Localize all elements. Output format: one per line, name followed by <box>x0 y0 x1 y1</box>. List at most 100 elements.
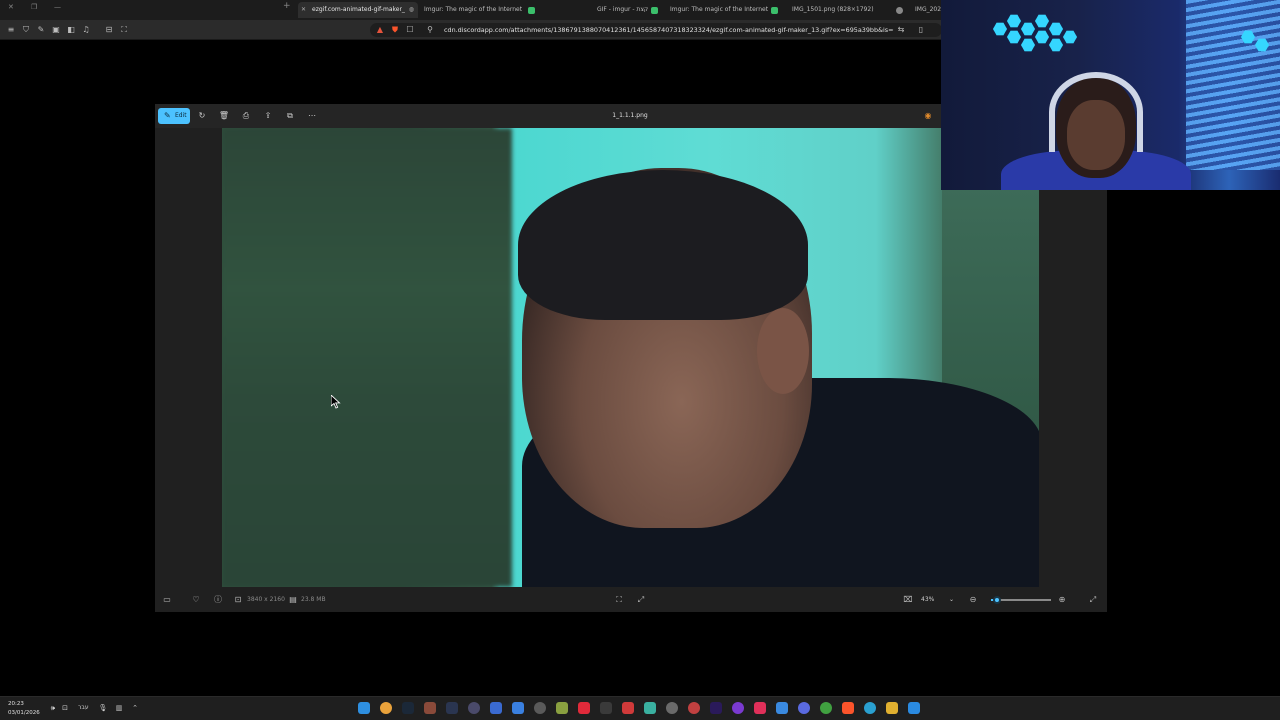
chrome-icon[interactable] <box>820 702 832 714</box>
viewer-status-bar: ▭ ♡ ⓘ ⊡ 3840 x 2160 ▤ 23.8 MB ⛶ ⤢ ⌧ 43% … <box>155 587 1107 612</box>
zoom-in-icon[interactable]: ⊕ <box>1056 594 1068 606</box>
taskbar-app-icon[interactable] <box>688 702 700 714</box>
network-icon[interactable]: ⊡ <box>60 703 70 713</box>
fit-screen-icon[interactable]: ⛶ <box>613 594 625 606</box>
share-icon[interactable]: ⇪ <box>262 110 274 122</box>
tab-title: IMG_1501.png (828×1792) <box>792 6 874 13</box>
menu-icon[interactable]: ≡ <box>6 25 16 35</box>
image-dimensions: 3840 x 2160 <box>247 596 285 603</box>
close-window-icon[interactable]: ✕ <box>8 3 14 11</box>
settings-gear-icon[interactable] <box>666 702 678 714</box>
microphone-icon[interactable]: 🎙 <box>98 703 108 713</box>
filmstrip-icon[interactable]: ▭ <box>161 594 173 606</box>
chevron-up-icon[interactable]: ⌃ <box>130 703 140 713</box>
taskbar-app-icon[interactable] <box>776 702 788 714</box>
tab-gif-imgur[interactable]: GIF - imgur - קצת <box>525 2 655 18</box>
shield-icon[interactable]: ⛉ <box>21 25 31 35</box>
restore-window-icon[interactable]: ❐ <box>31 3 37 11</box>
tab-img-1501[interactable]: IMG_1501.png (828×1792) <box>768 2 892 18</box>
photo-subject-ear <box>757 308 809 394</box>
zoom-slider-thumb[interactable] <box>993 596 1001 604</box>
reader-icon[interactable]: ▯ <box>916 25 926 35</box>
warning-icon[interactable]: ▲ <box>375 25 385 35</box>
extension-icon[interactable]: ✎ <box>36 25 46 35</box>
delete-icon[interactable]: 🗑 <box>218 110 230 122</box>
taskbar-app-icon[interactable] <box>380 702 392 714</box>
taskbar-app-icon[interactable] <box>600 702 612 714</box>
address-bar[interactable]: ▲ ⛊ ☐ ⚲ cdn.discordapp.com/attachments/1… <box>370 23 942 37</box>
sidebar-icon[interactable]: ◧ <box>66 25 76 35</box>
taskbar-app-icon[interactable] <box>424 702 436 714</box>
taskbar-app-icon[interactable] <box>490 702 502 714</box>
photo-subject-hair <box>518 170 808 320</box>
edit-label: Edit <box>175 112 187 119</box>
new-tab-plus-icon[interactable]: + <box>283 1 291 11</box>
brave-icon[interactable] <box>842 702 854 714</box>
file-explorer-icon[interactable] <box>886 702 898 714</box>
tab-ezgif[interactable]: ✕ ezgif.com-animated-gif-maker_ ◍ <box>298 2 418 18</box>
premiere-icon[interactable] <box>710 702 722 714</box>
tab-search-icon[interactable]: ⊟ <box>104 25 114 35</box>
taskbar-app-icon[interactable] <box>358 702 370 714</box>
taskbar-app-icon[interactable] <box>468 702 480 714</box>
tab-title: Imgur: The magic of the Internet <box>424 6 523 13</box>
steam-icon[interactable] <box>402 702 414 714</box>
taskbar-app-icon[interactable] <box>512 702 524 714</box>
taskbar-app-icon[interactable] <box>446 702 458 714</box>
start-windows-icon[interactable] <box>908 702 920 714</box>
tab-title: Imgur: The magic of the Internet <box>670 6 768 13</box>
screenshot-icon[interactable]: ⛶ <box>119 25 129 35</box>
music-app-icon[interactable] <box>754 702 766 714</box>
system-clock[interactable]: 20:23 03/01/2026 <box>8 700 40 718</box>
wallet-icon[interactable]: ▣ <box>51 25 61 35</box>
tray-app-icon[interactable]: ▥ <box>114 703 124 713</box>
zoom-out-icon[interactable]: ⊖ <box>967 594 979 606</box>
fullscreen-icon[interactable]: ⤢ <box>1087 594 1099 606</box>
hex-light-icon <box>1021 38 1035 52</box>
minimize-window-icon[interactable]: — <box>54 3 61 11</box>
edge-icon[interactable] <box>864 702 876 714</box>
webcam-overlay <box>941 0 1280 190</box>
hex-light-icon <box>1049 22 1063 36</box>
globe-favicon-icon <box>896 7 903 14</box>
imgur-favicon-icon <box>528 7 535 14</box>
zoom-slider[interactable] <box>991 596 1051 604</box>
photo-canvas[interactable] <box>222 128 1039 587</box>
screenshot-mode-icon[interactable]: ⌧ <box>902 594 914 606</box>
file-name: 1_1.1.1.png <box>612 112 648 119</box>
music-icon[interactable]: ♫ <box>81 25 91 35</box>
hex-light-icon <box>1021 22 1035 36</box>
copy-icon[interactable]: ⧉ <box>284 110 296 122</box>
translate-icon[interactable]: ⇆ <box>896 25 906 35</box>
info-icon[interactable]: ⓘ <box>212 594 224 606</box>
bookmark-icon[interactable]: ☐ <box>405 25 415 35</box>
webcam-window-blinds <box>1186 0 1280 170</box>
chevron-down-icon: ⌄ <box>949 596 955 603</box>
tab-close-icon[interactable]: ✕ <box>301 2 306 18</box>
imgur-favicon-icon <box>651 7 658 14</box>
taskbar-app-icon[interactable] <box>732 702 744 714</box>
taskbar-app-icon[interactable] <box>556 702 568 714</box>
favorite-heart-icon[interactable]: ♡ <box>190 594 202 606</box>
taskbar-app-icon[interactable] <box>534 702 546 714</box>
tab-img-2026[interactable]: IMG_2026 <box>893 2 941 18</box>
tab-imgur-2[interactable]: Imgur: The magic of the Internet <box>648 2 768 18</box>
actual-size-icon[interactable]: ⤢ <box>635 594 647 606</box>
url-text[interactable]: cdn.discordapp.com/attachments/138679138… <box>444 23 894 37</box>
taskbar-app-icon[interactable] <box>578 702 590 714</box>
edit-button[interactable]: ✎ Edit <box>158 108 190 124</box>
zoom-dropdown[interactable]: 43% ⌄ <box>921 594 961 606</box>
taskbar-app-icon[interactable] <box>644 702 656 714</box>
speaker-icon[interactable]: 🕪 <box>48 703 58 713</box>
rotate-icon[interactable]: ↻ <box>196 110 208 122</box>
tab-imgur-1[interactable]: Imgur: The magic of the Internet <box>410 2 530 18</box>
tab-title: ezgif.com-animated-gif-maker_ <box>312 6 405 13</box>
brave-shield-icon[interactable]: ⛊ <box>390 25 400 35</box>
taskbar-app-icon[interactable] <box>798 702 810 714</box>
more-options-icon[interactable]: ⋯ <box>306 110 318 122</box>
language-indicator[interactable]: עבר <box>78 703 89 713</box>
taskbar-app-icon[interactable] <box>622 702 634 714</box>
copilot-icon[interactable]: ◉ <box>922 110 934 122</box>
print-icon[interactable]: ⎙ <box>240 110 252 122</box>
hex-light-icon <box>993 22 1007 36</box>
